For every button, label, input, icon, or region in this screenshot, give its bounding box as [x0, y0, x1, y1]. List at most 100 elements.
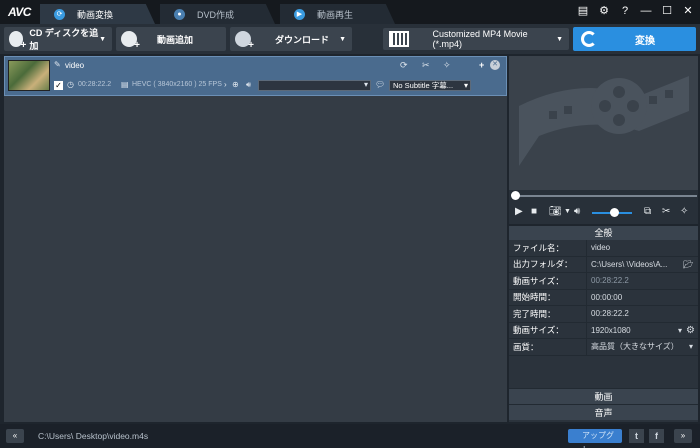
volume-handle[interactable] [610, 208, 619, 217]
tab-play[interactable]: ▶ 動画再生 [280, 4, 395, 24]
help-icon[interactable]: ? [619, 5, 631, 18]
close-icon[interactable]: ✕ [682, 5, 694, 18]
prop-value-text: 00:28:22.2 [591, 309, 629, 319]
camera-icon[interactable]: 📷︎ [549, 206, 562, 217]
convert-button[interactable]: 変換 [573, 27, 696, 51]
chevron-down-icon: ▼ [556, 35, 563, 43]
output-format-label: Customized MP4 Movie (*.mp4) [432, 29, 528, 49]
add-cd-button[interactable]: CD ディスクを追加 ▼ [4, 27, 112, 51]
app-logo: AVC [8, 5, 31, 19]
prop-row-video-size: 動画サイズ： 00:28:22.2 [509, 273, 698, 290]
cd-add-icon [9, 31, 27, 51]
video-preview [509, 56, 698, 190]
player-controls: ▶ ■ 📷︎ ▼ 🔊︎ ⧉ ✂ ✧ [509, 202, 698, 224]
title-bar: AVC ⟳ 動画変換 ● DVD作成 ▶ 動画再生 ▤ ⚙ ? — ☐ ✕ [0, 0, 700, 24]
film-add-icon [121, 31, 140, 51]
tab-dvd[interactable]: ● DVD作成 [160, 4, 275, 24]
prop-value-text: 00:28:22.2 [591, 276, 629, 286]
video-name[interactable]: video [65, 61, 84, 70]
remove-icon[interactable]: ✕ [490, 60, 500, 70]
seek-bar[interactable] [509, 190, 698, 202]
list-icon[interactable]: ▤ [577, 5, 589, 18]
stop-icon[interactable]: ■ [531, 206, 537, 217]
gear-icon[interactable]: ⚙ [686, 325, 695, 336]
prop-key: 画質： [509, 339, 587, 355]
tab-video-convert[interactable]: ⟳ 動画変換 [40, 4, 155, 24]
film-icon: ▤ [121, 80, 129, 89]
expand-right-button[interactable]: » [674, 429, 692, 443]
prop-row-quality: 画質： 高品質（大きなサイズ） ▾ [509, 339, 698, 356]
convert-icon [581, 31, 597, 47]
chevron-down-icon[interactable]: ▼ [99, 36, 106, 43]
file-list[interactable]: ✎ video ⟳ ✂ ✧ + ✕ ✓ ◷ 00:28:22.2 ▤ HEVC … [4, 56, 507, 422]
prop-key: 完了時間： [509, 306, 587, 322]
prop-key: 動画サイズ： [509, 322, 587, 338]
film-reel-watermark-icon [519, 76, 689, 166]
prop-value[interactable]: 1920x1080 ▾ ⚙ [587, 325, 698, 336]
speaker-icon: 🔊︎ [246, 80, 252, 89]
chevron-down-icon[interactable]: ▼ [339, 36, 346, 43]
twitter-icon[interactable]: t [629, 429, 644, 443]
gear-icon[interactable]: ⚙ [598, 5, 610, 18]
prop-key: ファイル名： [509, 240, 587, 256]
download-label: ダウンロード [275, 34, 330, 45]
prop-row-resolution: 動画サイズ： 1920x1080 ▾ ⚙ [509, 322, 698, 339]
prop-row-end-time: 完了時間： 00:28:22.2 [509, 306, 698, 323]
effects-icon[interactable]: ✧ [443, 60, 451, 71]
app-window: AVC ⟳ 動画変換 ● DVD作成 ▶ 動画再生 ▤ ⚙ ? — ☐ ✕ CD… [0, 0, 700, 448]
status-bar: « C:\Users\ Desktop\video.m4s アップグレ... t… [0, 424, 700, 448]
properties-header[interactable]: 全般 [509, 226, 698, 240]
prop-key: 出力フォルダ： [509, 256, 587, 272]
facebook-icon[interactable]: f [649, 429, 664, 443]
play-icon: ▶ [294, 8, 305, 20]
collapse-left-button[interactable]: « [6, 429, 24, 443]
minimize-icon[interactable]: — [640, 5, 652, 18]
prop-value[interactable]: 00:00:00 [587, 293, 698, 302]
tab-label: 動画変換 [77, 9, 114, 20]
prop-row-filename: ファイル名： video [509, 240, 698, 257]
subtitle-select[interactable]: No Subtitle 字幕... [389, 80, 471, 91]
duration-text: 00:28:22.2 [78, 81, 112, 88]
maximize-icon[interactable]: ☐ [661, 5, 673, 18]
audio-section-button[interactable]: 音声 [509, 404, 698, 420]
chevron-down-icon[interactable]: ▼ [564, 208, 571, 215]
download-button[interactable]: ダウンロード ▼ [230, 27, 352, 51]
add-video-button[interactable]: 動画追加 [116, 27, 226, 51]
seek-handle[interactable] [511, 191, 520, 200]
video-section-button[interactable]: 動画 [509, 388, 698, 404]
prop-value[interactable]: video [587, 243, 698, 252]
volume-icon[interactable]: 🔊︎ [574, 206, 580, 217]
cut-icon[interactable]: ✂ [662, 206, 670, 217]
pencil-icon[interactable]: ✎ [54, 60, 61, 69]
convert-label: 変換 [635, 35, 655, 47]
chevron-down-icon[interactable]: ▾ [678, 326, 682, 335]
prop-value[interactable]: 00:28:22.2 [587, 309, 698, 318]
prop-value[interactable]: C:\Users\ \Videos\A... 📂︎ [587, 260, 698, 269]
prop-row-output-folder: 出力フォルダ： C:\Users\ \Videos\A... 📂︎ [509, 256, 698, 273]
prop-value: 00:28:22.2 [587, 276, 698, 285]
tab-label: DVD作成 [197, 9, 235, 20]
video-thumbnail[interactable] [8, 60, 50, 91]
cut-icon[interactable]: ✂ [422, 60, 430, 71]
upgrade-button[interactable]: アップグレ... [568, 429, 622, 448]
prop-value-text: video [591, 243, 611, 253]
effects-icon[interactable]: ✧ [680, 206, 688, 217]
add-video-label: 動画追加 [157, 34, 194, 45]
refresh-icon: ⟳ [54, 8, 65, 20]
folder-open-icon[interactable]: 📂︎ [683, 260, 693, 269]
item-checkbox[interactable]: ✓ [54, 81, 63, 90]
audio-track-select[interactable] [258, 80, 371, 91]
refresh-icon[interactable]: ⟳ [400, 60, 408, 71]
seek-track[interactable] [515, 195, 697, 197]
output-format-select[interactable]: Customized MP4 Movie (*.mp4) ▼ [383, 28, 569, 50]
play-icon[interactable]: ▶ [515, 206, 523, 217]
copy-icon[interactable]: ⧉ [644, 206, 651, 217]
prop-key: 開始時間： [509, 289, 587, 305]
clock-icon: ◷ [67, 80, 74, 89]
add-icon[interactable]: + [479, 60, 484, 70]
list-item[interactable]: ✎ video ⟳ ✂ ✧ + ✕ ✓ ◷ 00:28:22.2 ▤ HEVC … [4, 56, 507, 96]
subtitle-icon: 💬︎ [375, 80, 386, 89]
target-icon[interactable]: ⊕ [232, 80, 239, 89]
prop-value[interactable]: 高品質（大きなサイズ） ▾ [587, 341, 698, 352]
chevron-down-icon[interactable]: ▾ [689, 342, 693, 351]
